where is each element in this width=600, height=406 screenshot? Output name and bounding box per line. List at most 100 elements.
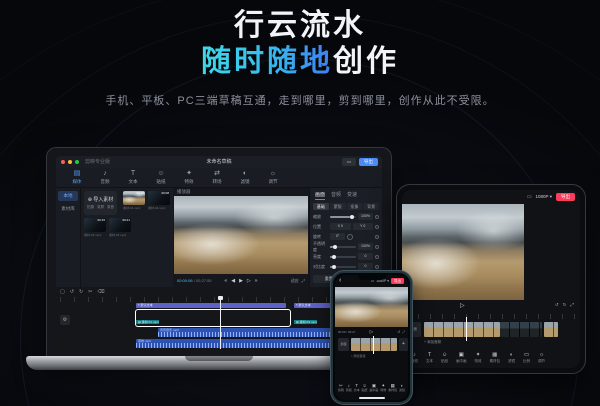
play-icon[interactable]: ▶	[239, 278, 243, 284]
add-audio-button[interactable]: ♪ 添加音频	[351, 354, 365, 358]
reset-icon[interactable]	[375, 215, 379, 219]
select-tool-icon[interactable]: ▢	[60, 289, 65, 295]
brightness-slider[interactable]	[330, 256, 356, 258]
rail-item[interactable]: 素材库	[58, 204, 78, 214]
inspector-subtab[interactable]: 抠像	[347, 203, 363, 210]
toolbar-item[interactable]: ▦ 素材包	[490, 352, 501, 363]
toolbar-item[interactable]: ◐ 滤镜	[232, 170, 258, 184]
opacity-slider[interactable]	[330, 246, 356, 248]
video-clip[interactable]	[424, 322, 500, 337]
next-frame-icon[interactable]: »	[255, 278, 258, 284]
brightness-value[interactable]: 0	[358, 253, 373, 260]
scale-value[interactable]: 100%	[358, 213, 373, 220]
cast-icon[interactable]: ▭	[527, 194, 532, 200]
position-y-value[interactable]: Y 0	[353, 223, 374, 230]
split-icon[interactable]: ✂	[88, 289, 92, 295]
toolbar-item[interactable]: ✦ 特效	[475, 352, 482, 363]
toolbar-item[interactable]: ☺ 贴纸	[362, 383, 368, 393]
track-options-icon[interactable]: ⚙	[60, 315, 70, 325]
play-icon[interactable]: ▷	[460, 302, 465, 309]
reset-icon[interactable]	[375, 245, 379, 249]
inspector-subtab[interactable]: 蒙版	[330, 203, 346, 210]
playhead[interactable]	[466, 317, 467, 341]
redo-icon[interactable]: ↻	[79, 289, 83, 295]
close-window-icon[interactable]	[61, 160, 65, 164]
reset-icon[interactable]	[375, 225, 379, 229]
reset-icon[interactable]	[375, 265, 379, 269]
toolbar-item[interactable]: ☺ 贴纸	[441, 352, 448, 363]
step-forward-icon[interactable]: ▷	[247, 278, 251, 284]
export-button[interactable]: 导出	[359, 158, 378, 166]
cover-setting[interactable]: 封面	[338, 338, 349, 351]
text-clip[interactable]: T 默认文本	[136, 303, 286, 308]
delete-icon[interactable]: ⌫	[97, 289, 104, 295]
video-clip[interactable]	[544, 322, 558, 337]
redo-icon[interactable]: ↻	[563, 302, 567, 308]
toolbar-item[interactable]: ☼ 调节	[260, 170, 286, 184]
undo-icon[interactable]: ↺	[70, 289, 74, 295]
undo-icon[interactable]: ↺	[555, 302, 559, 308]
playhead[interactable]	[220, 296, 221, 349]
toolbar-item[interactable]: ▦ 素材包	[388, 383, 397, 393]
fullscreen-icon[interactable]: ⤢	[402, 330, 405, 334]
back-icon[interactable]: ‹	[339, 276, 341, 286]
toolbar-item[interactable]: ♪ 音频	[346, 383, 352, 393]
fullscreen-icon[interactable]: ⤢	[302, 278, 305, 283]
media-clip[interactable]: 00:21 素材-04.mp4	[109, 218, 131, 237]
add-clip-button[interactable]: +	[399, 338, 408, 351]
home-indicator[interactable]	[359, 397, 385, 399]
contrast-value[interactable]: 0	[358, 263, 373, 270]
opacity-value[interactable]: 100%	[358, 243, 373, 250]
toolbar-item[interactable]: ✦ 特效	[380, 383, 386, 393]
prev-frame-icon[interactable]: «	[224, 278, 227, 284]
rotate-value[interactable]: 0°	[330, 233, 345, 240]
media-clip[interactable]: 00:08 素材-02.mp4	[148, 191, 170, 215]
contrast-slider[interactable]	[330, 266, 356, 268]
fit-select[interactable]: 适应	[291, 278, 299, 284]
inspector-subtab[interactable]: 背景	[363, 203, 379, 210]
fullscreen-icon[interactable]: ⤢	[570, 302, 574, 308]
import-action[interactable]: 录屏	[97, 205, 104, 210]
toolbar-item[interactable]: ♪ 音频	[411, 352, 418, 363]
timeline-ruler[interactable]	[406, 314, 576, 319]
cast-button[interactable]: ▭	[342, 158, 356, 166]
toolbar-item[interactable]: ▣ 画中画	[369, 383, 378, 393]
reset-icon[interactable]	[375, 255, 379, 259]
toolbar-item[interactable]: T 文本	[354, 383, 360, 393]
toolbar-item[interactable]: ▣ 画中画	[456, 352, 467, 363]
reset-icon[interactable]	[375, 235, 379, 239]
inspector-subtab[interactable]: 基础	[313, 203, 329, 210]
inspector-tab[interactable]: 音频	[331, 191, 341, 200]
import-action[interactable]: 拍摄	[87, 205, 94, 210]
media-clip[interactable]: 00:12 素材-01.mp4	[123, 191, 145, 215]
toolbar-item[interactable]: T 文本	[120, 170, 146, 184]
inspector-tab[interactable]: 变速	[347, 191, 357, 200]
toolbar-item[interactable]: ☺ 贴纸	[148, 170, 174, 184]
play-icon[interactable]: ▷	[370, 329, 373, 335]
toolbar-item[interactable]: ☼ 调节	[538, 352, 545, 363]
position-x-value[interactable]: X 0	[330, 223, 351, 230]
rotate-dial[interactable]	[347, 234, 353, 240]
scale-slider[interactable]	[330, 216, 356, 218]
toolbar-item[interactable]: ✂ 剪辑	[338, 383, 344, 393]
maximize-window-icon[interactable]	[75, 160, 79, 164]
import-card[interactable]: ⊕ 导入素材 拍摄录屏录音	[84, 191, 117, 215]
rail-item[interactable]: 本地	[58, 191, 78, 201]
toolbar-item[interactable]: ♪ 音频	[92, 170, 118, 184]
toolbar-item[interactable]: ▭ 比例	[523, 352, 530, 363]
toolbar-item[interactable]: T 文本	[426, 352, 433, 363]
playhead[interactable]	[373, 336, 374, 354]
export-button[interactable]: 导出	[391, 278, 404, 285]
media-clip[interactable]: 00:15 素材-03.mp4	[84, 218, 106, 237]
resolution-select[interactable]: 1080P ▾	[536, 194, 552, 200]
toolbar-item[interactable]: ◐ 滤镜	[399, 383, 405, 393]
step-back-icon[interactable]: ◀	[231, 278, 235, 284]
video-clip[interactable]	[351, 338, 397, 351]
toolbar-item[interactable]: ◐ 滤镜	[508, 352, 515, 363]
inspector-tab[interactable]: 画面	[315, 191, 325, 200]
toolbar-item[interactable]: ▤ 媒体	[64, 170, 90, 184]
toolbar-item[interactable]: ⇄ 转场	[204, 170, 230, 184]
import-action[interactable]: 录音	[107, 205, 114, 210]
video-clip[interactable]	[500, 322, 542, 337]
export-button[interactable]: 导出	[556, 193, 575, 201]
